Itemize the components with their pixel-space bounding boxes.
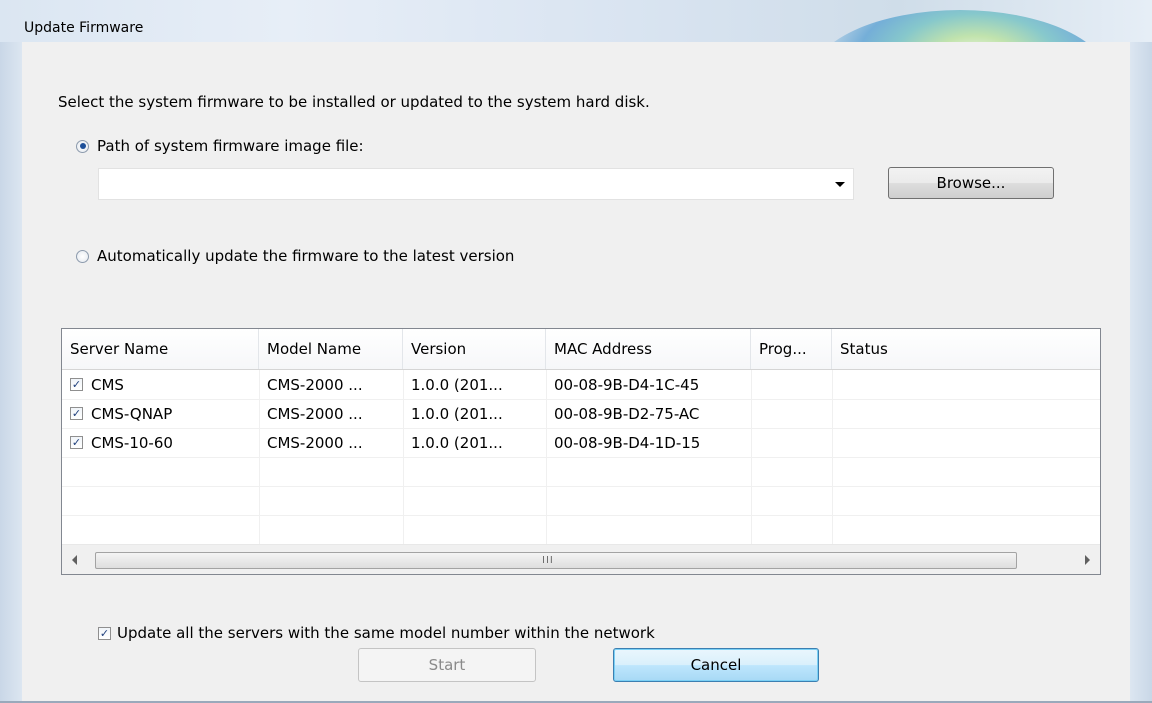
server-name-cell: ✓ CMS-QNAP bbox=[62, 399, 259, 428]
column-mac-address[interactable]: MAC Address bbox=[546, 329, 751, 369]
status-cell bbox=[832, 428, 1100, 457]
progress-cell bbox=[751, 370, 832, 399]
title-bar[interactable]: Update Firmware bbox=[0, 0, 1152, 43]
horizontal-scrollbar[interactable]: III bbox=[62, 544, 1100, 574]
progress-cell bbox=[751, 428, 832, 457]
mac-address-cell: 00-08-9B-D2-75-AC bbox=[554, 404, 700, 423]
scrollbar-grip: III bbox=[542, 555, 554, 566]
model-name-cell: CMS-2000 ... bbox=[267, 375, 363, 394]
model-name-cell: CMS-2000 ... bbox=[267, 404, 363, 423]
server-list: Server Name Model Name Version MAC Addre… bbox=[61, 328, 1101, 575]
check-icon[interactable]: ✓ bbox=[70, 378, 83, 391]
auto-update-option[interactable]: Automatically update the firmware to the… bbox=[76, 247, 514, 265]
update-firmware-dialog: Update Firmware Select the system firmwa… bbox=[0, 0, 1152, 703]
check-icon[interactable]: ✓ bbox=[98, 626, 111, 640]
arrow-right-icon[interactable] bbox=[1085, 555, 1090, 565]
check-icon[interactable]: ✓ bbox=[70, 436, 83, 449]
empty-row bbox=[62, 486, 1100, 516]
version-cell: 1.0.0 (201... bbox=[411, 404, 503, 423]
server-name: CMS-10-60 bbox=[91, 433, 173, 452]
version-cell: 1.0.0 (201... bbox=[411, 433, 503, 452]
server-list-header: Server Name Model Name Version MAC Addre… bbox=[62, 329, 1100, 370]
column-status[interactable]: Status bbox=[832, 329, 1100, 369]
column-version[interactable]: Version bbox=[403, 329, 546, 369]
table-row[interactable]: ✓ CMS-10-60 CMS-2000 ... 1.0.0 (201... 0… bbox=[62, 428, 1100, 458]
window-frame-right bbox=[1130, 42, 1152, 703]
model-name-cell: CMS-2000 ... bbox=[267, 433, 363, 452]
arrow-left-icon[interactable] bbox=[72, 555, 77, 565]
column-server-name[interactable]: Server Name bbox=[62, 329, 259, 369]
cancel-button[interactable]: Cancel bbox=[613, 648, 819, 682]
server-name: CMS bbox=[91, 375, 124, 394]
auto-update-label: Automatically update the firmware to the… bbox=[97, 247, 515, 265]
start-button[interactable]: Start bbox=[358, 648, 536, 682]
firmware-path-combobox[interactable] bbox=[98, 168, 854, 200]
radio-icon[interactable] bbox=[76, 139, 89, 153]
table-row[interactable]: ✓ CMS-QNAP CMS-2000 ... 1.0.0 (201... 00… bbox=[62, 399, 1100, 429]
server-name: CMS-QNAP bbox=[91, 404, 173, 423]
server-name-cell: ✓ CMS-10-60 bbox=[62, 428, 259, 457]
table-row[interactable]: ✓ CMS CMS-2000 ... 1.0.0 (201... 00-08-9… bbox=[62, 370, 1100, 400]
path-option-label: Path of system firmware image file: bbox=[97, 137, 364, 155]
status-cell bbox=[832, 370, 1100, 399]
chevron-down-icon[interactable] bbox=[835, 182, 845, 187]
radio-selected-dot bbox=[79, 143, 86, 149]
progress-cell bbox=[751, 399, 832, 428]
path-option[interactable]: Path of system firmware image file: bbox=[76, 137, 364, 155]
check-icon[interactable]: ✓ bbox=[70, 407, 83, 420]
instruction-text: Select the system firmware to be install… bbox=[58, 93, 650, 111]
update-all-option[interactable]: ✓ Update all the servers with the same m… bbox=[98, 624, 655, 642]
status-cell bbox=[832, 399, 1100, 428]
update-all-label: Update all the servers with the same mod… bbox=[117, 624, 655, 642]
title-decoration bbox=[810, 10, 1110, 42]
browse-button[interactable]: Browse... bbox=[888, 167, 1054, 199]
server-name-cell: ✓ CMS bbox=[62, 370, 259, 399]
column-model-name[interactable]: Model Name bbox=[259, 329, 403, 369]
window-frame-left bbox=[0, 42, 22, 703]
empty-row bbox=[62, 515, 1100, 545]
mac-address-cell: 00-08-9B-D4-1D-15 bbox=[554, 433, 701, 452]
radio-icon[interactable] bbox=[76, 249, 89, 263]
empty-row bbox=[62, 457, 1100, 487]
window-title: Update Firmware bbox=[24, 20, 144, 36]
version-cell: 1.0.0 (201... bbox=[411, 375, 503, 394]
mac-address-cell: 00-08-9B-D4-1C-45 bbox=[554, 375, 700, 394]
scrollbar-thumb[interactable]: III bbox=[95, 552, 1017, 569]
column-progress[interactable]: Prog... bbox=[751, 329, 832, 369]
